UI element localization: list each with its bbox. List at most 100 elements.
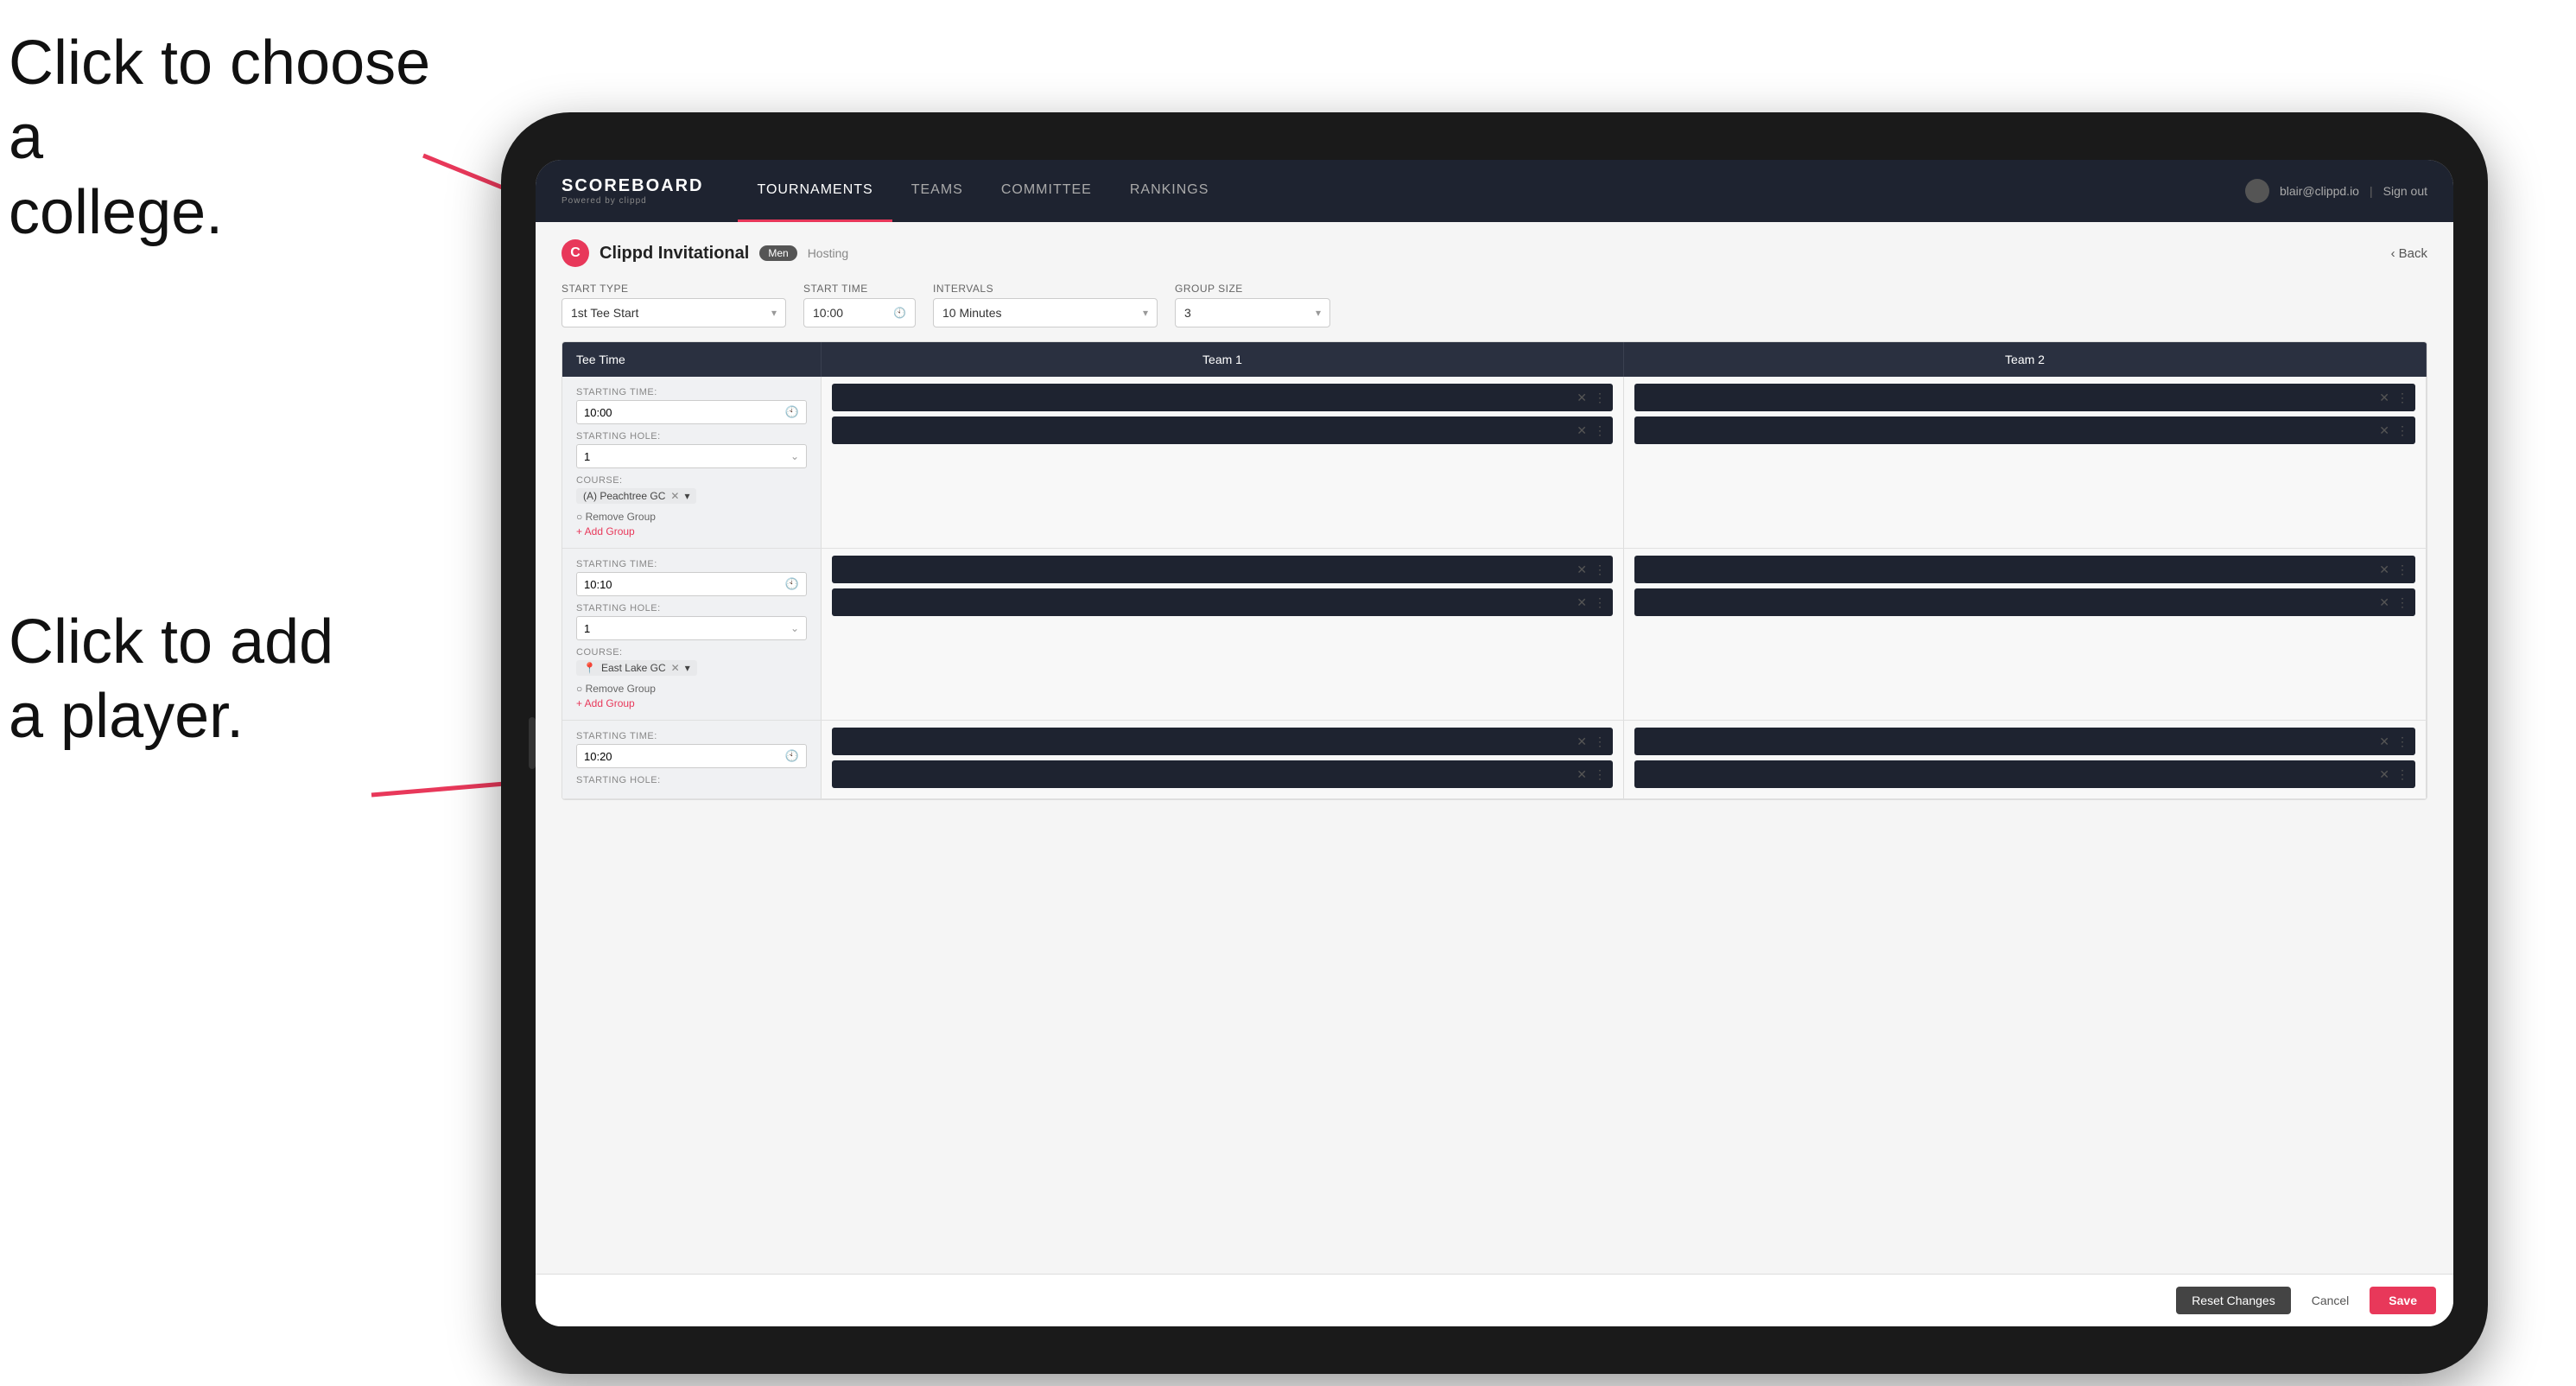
annotation-bottom-line2: a player.	[9, 682, 244, 751]
player-slot-2-1[interactable]: ✕ ⋮	[1634, 384, 2415, 411]
expand-icon[interactable]: ⋮	[1594, 595, 1606, 610]
col-team2: Team 2	[1624, 342, 2427, 377]
course-tag-1[interactable]: (A) Peachtree GC ✕ ▾	[576, 488, 696, 504]
col-tee-time: Tee Time	[562, 342, 822, 377]
group-left-3: STARTING TIME: 10:20 🕙 STARTING HOLE:	[562, 721, 822, 798]
player-slot-1-1[interactable]: ✕ ⋮	[832, 384, 1613, 411]
reset-button[interactable]: Reset Changes	[2176, 1287, 2291, 1314]
expand-icon[interactable]: ⋮	[2396, 595, 2408, 610]
nav-tab-teams[interactable]: TEAMS	[892, 160, 982, 222]
expand-icon[interactable]: ⋮	[2396, 563, 2408, 577]
close-icon[interactable]: ✕	[1577, 563, 1587, 577]
group-team2-col-3: ✕ ⋮ ✕ ⋮	[1624, 721, 2427, 798]
schedule-table: Tee Time Team 1 Team 2 STARTING TIME: 10…	[562, 341, 2427, 800]
player-slot-5-1[interactable]: ✕ ⋮	[832, 728, 1613, 755]
annotation-bottom-line1: Click to add	[9, 607, 333, 677]
group-left-2: STARTING TIME: 10:10 🕙 STARTING HOLE: 1 …	[562, 549, 822, 720]
save-button[interactable]: Save	[2370, 1287, 2436, 1314]
group-actions-2: ○ Remove Group + Add Group	[576, 683, 807, 709]
player-slot-3-1[interactable]: ✕ ⋮	[832, 556, 1613, 583]
starting-time-field-2[interactable]: 10:10 🕙	[576, 572, 807, 596]
starting-time-field-1[interactable]: 10:00 🕙	[576, 400, 807, 424]
player-slot-3-2[interactable]: ✕ ⋮	[832, 588, 1613, 616]
start-type-select[interactable]: 1st Tee Start ▾	[562, 298, 786, 327]
expand-icon[interactable]: ⋮	[1594, 423, 1606, 438]
group-size-label: Group Size	[1175, 283, 1330, 295]
start-time-input[interactable]: 10:00 🕙	[803, 298, 916, 327]
close-icon[interactable]: ✕	[2379, 734, 2389, 749]
start-type-label: Start Type	[562, 283, 786, 295]
back-button[interactable]: ‹ Back	[2391, 246, 2427, 261]
schedule-header: Tee Time Team 1 Team 2	[562, 342, 2427, 377]
add-group-btn-2[interactable]: + Add Group	[576, 697, 807, 709]
close-icon[interactable]: ✕	[1577, 767, 1587, 782]
group-size-field: Group Size 3 ▾	[1175, 283, 1330, 327]
close-icon[interactable]: ✕	[2379, 423, 2389, 438]
course-remove-icon-1[interactable]: ✕	[670, 490, 679, 502]
tablet-screen: SCOREBOARD Powered by clippd TOURNAMENTS…	[536, 160, 2453, 1326]
remove-group-btn-1[interactable]: ○ Remove Group	[576, 511, 807, 523]
player-slot-2-2[interactable]: ✕ ⋮	[1634, 416, 2415, 444]
course-tag-container-2: 📍 East Lake GC ✕ ▾	[576, 660, 807, 676]
nav-user: blair@clippd.io | Sign out	[2245, 179, 2427, 203]
expand-icon[interactable]: ⋮	[2396, 734, 2408, 749]
course-label-1: COURSE:	[576, 475, 807, 486]
starting-time-field-3[interactable]: 10:20 🕙	[576, 744, 807, 768]
chevron-down-icon: ▾	[684, 490, 689, 502]
add-group-btn-1[interactable]: + Add Group	[576, 525, 807, 537]
expand-icon[interactable]: ⋮	[1594, 563, 1606, 577]
player-slot-6-2[interactable]: ✕ ⋮	[1634, 760, 2415, 788]
annotation-top: Click to choose a college.	[9, 26, 441, 250]
close-icon[interactable]: ✕	[2379, 563, 2389, 577]
starting-hole-field-2[interactable]: 1 ⌄	[576, 616, 807, 640]
chevron-down-icon: ▾	[1143, 307, 1148, 319]
start-time-field: Start Time 10:00 🕙	[803, 283, 916, 327]
nav-signout[interactable]: Sign out	[2383, 184, 2427, 198]
chevron-down-icon: ▾	[771, 307, 777, 319]
close-icon[interactable]: ✕	[2379, 391, 2389, 405]
course-tag-container-1: (A) Peachtree GC ✕ ▾	[576, 488, 807, 504]
chevron-icon: ⌄	[790, 622, 799, 634]
player-slot-4-2[interactable]: ✕ ⋮	[1634, 588, 2415, 616]
course-remove-icon-2[interactable]: ✕	[671, 662, 680, 674]
remove-group-btn-2[interactable]: ○ Remove Group	[576, 683, 807, 695]
starting-hole-label-2: STARTING HOLE:	[576, 603, 807, 614]
close-icon[interactable]: ✕	[2379, 767, 2389, 782]
expand-icon[interactable]: ⋮	[1594, 767, 1606, 782]
nav-tab-tournaments[interactable]: TOURNAMENTS	[738, 160, 891, 222]
cancel-button[interactable]: Cancel	[2301, 1287, 2360, 1314]
close-icon[interactable]: ✕	[1577, 391, 1587, 405]
nav-tab-committee[interactable]: COMMITTEE	[982, 160, 1111, 222]
expand-icon[interactable]: ⋮	[2396, 767, 2408, 782]
breadcrumb-badge: Men	[759, 245, 796, 261]
player-slot-6-1[interactable]: ✕ ⋮	[1634, 728, 2415, 755]
starting-time-label-3: STARTING TIME:	[576, 731, 807, 741]
group-size-select[interactable]: 3 ▾	[1175, 298, 1330, 327]
start-time-label: Start Time	[803, 283, 916, 295]
expand-icon[interactable]: ⋮	[1594, 391, 1606, 405]
course-tag-2[interactable]: 📍 East Lake GC ✕ ▾	[576, 660, 697, 676]
annotation-bottom: Click to add a player.	[9, 605, 389, 754]
group-team1-col-3: ✕ ⋮ ✕ ⋮	[822, 721, 1624, 798]
expand-icon[interactable]: ⋮	[2396, 423, 2408, 438]
nav-tab-rankings[interactable]: RANKINGS	[1111, 160, 1228, 222]
intervals-select[interactable]: 10 Minutes ▾	[933, 298, 1158, 327]
tablet-side-button	[529, 717, 536, 769]
expand-icon[interactable]: ⋮	[1594, 734, 1606, 749]
close-icon[interactable]: ✕	[2379, 595, 2389, 610]
action-bar: Reset Changes Cancel Save	[536, 1274, 2453, 1326]
player-slot-5-2[interactable]: ✕ ⋮	[832, 760, 1613, 788]
annotation-top-line2: college.	[9, 178, 223, 247]
close-icon[interactable]: ✕	[1577, 734, 1587, 749]
expand-icon[interactable]: ⋮	[2396, 391, 2408, 405]
intervals-field: Intervals 10 Minutes ▾	[933, 283, 1158, 327]
annotation-top-line1: Click to choose a	[9, 29, 430, 172]
close-icon[interactable]: ✕	[1577, 595, 1587, 610]
close-icon[interactable]: ✕	[1577, 423, 1587, 438]
nav-logo: SCOREBOARD Powered by clippd	[562, 176, 703, 206]
intervals-label: Intervals	[933, 283, 1158, 295]
group-team1-col-1: ✕ ⋮ ✕ ⋮	[822, 377, 1624, 548]
player-slot-4-1[interactable]: ✕ ⋮	[1634, 556, 2415, 583]
player-slot-1-2[interactable]: ✕ ⋮	[832, 416, 1613, 444]
starting-hole-field-1[interactable]: 1 ⌄	[576, 444, 807, 468]
